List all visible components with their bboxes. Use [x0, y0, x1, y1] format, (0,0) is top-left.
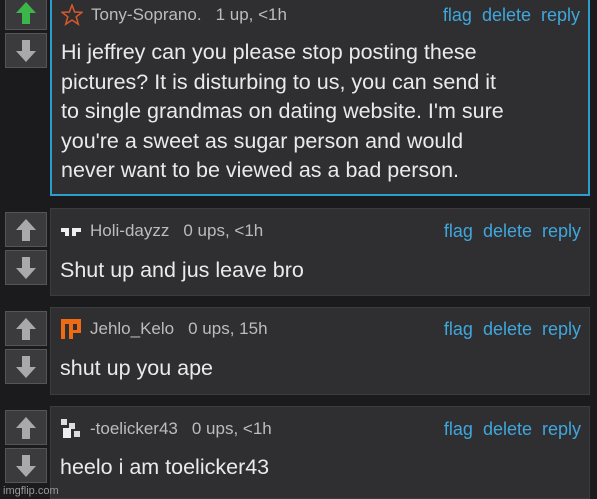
comment-3: Jehlo_Kelo 0 ups, 15h flag delete reply …	[0, 307, 597, 397]
arrow-up-icon	[16, 1, 36, 24]
arrow-up-icon	[16, 416, 36, 439]
comment-text: heelo i am toelicker43	[60, 455, 270, 479]
avatar	[60, 220, 82, 242]
avatar	[60, 418, 82, 440]
reply-link[interactable]: reply	[542, 419, 581, 440]
reply-link[interactable]: reply	[541, 5, 580, 26]
username[interactable]: -toelicker43	[90, 419, 178, 439]
arrow-down-icon	[16, 355, 36, 378]
watermark: imgflip.com	[3, 485, 59, 497]
text-line: you're a sweet as sugar person and would	[61, 128, 464, 153]
vote-column	[5, 410, 47, 483]
flag-link[interactable]: flag	[444, 221, 473, 242]
points-timestamp: 0 ups, <1h	[191, 419, 272, 438]
comment-text: shut up you ape	[60, 356, 214, 380]
comment-box: -toelicker43 0 ups, <1h flag delete repl…	[50, 406, 590, 499]
reply-link[interactable]: reply	[542, 221, 581, 242]
text-line: never want to be viewed as a bad person.	[61, 158, 460, 182]
upvote-button[interactable]	[5, 212, 47, 247]
flag-link[interactable]: flag	[443, 5, 472, 26]
arrow-up-icon	[16, 218, 36, 241]
text-line: to single grandmas on dating website. I'…	[61, 99, 504, 123]
upvote-button[interactable]	[5, 311, 47, 346]
comment-text: Hi jeffrey can you please stop posting t…	[61, 38, 578, 186]
comment-4: -toelicker43 0 ups, <1h flag delete repl…	[0, 406, 597, 499]
comment-box: Jehlo_Kelo 0 ups, 15h flag delete reply …	[50, 307, 590, 395]
comment-actions: flag delete reply	[444, 414, 581, 444]
delete-link[interactable]: delete	[482, 5, 531, 26]
comment-actions: flag delete reply	[444, 314, 581, 344]
vote-column	[5, 0, 47, 68]
downvote-button[interactable]	[5, 33, 47, 68]
downvote-button[interactable]	[5, 349, 47, 384]
upvote-button[interactable]	[5, 410, 47, 445]
delete-link[interactable]: delete	[483, 319, 532, 340]
username[interactable]: Holi-dayzz	[90, 221, 169, 241]
comment-box: Holi-dayzz 0 ups, <1h flag delete reply …	[50, 208, 590, 296]
reply-link[interactable]: reply	[542, 319, 581, 340]
delete-link[interactable]: delete	[483, 419, 532, 440]
downvote-button[interactable]	[5, 250, 47, 285]
comment-box: Tony-Soprano. 1 up, <1h flag delete repl…	[50, 0, 590, 196]
comment-actions: flag delete reply	[444, 216, 581, 246]
comment-actions: flag delete reply	[443, 0, 580, 30]
comment-2: Holi-dayzz 0 ups, <1h flag delete reply …	[0, 208, 597, 298]
vote-column	[5, 311, 47, 384]
downvote-button[interactable]	[5, 448, 47, 483]
comment-text: Shut up and jus leave bro	[60, 258, 304, 282]
arrow-down-icon	[16, 39, 36, 62]
text-line: pictures? It is disturbing to us, you ca…	[61, 69, 497, 94]
username[interactable]: Tony-Soprano.	[91, 5, 202, 25]
points-timestamp: 0 ups, <1h	[183, 221, 264, 240]
avatar	[60, 318, 82, 340]
arrow-down-icon	[16, 454, 36, 477]
vote-column	[5, 212, 47, 285]
upvote-button[interactable]	[5, 0, 47, 30]
star-icon	[61, 4, 83, 26]
comment-1: Tony-Soprano. 1 up, <1h flag delete repl…	[0, 0, 597, 200]
flag-link[interactable]: flag	[444, 419, 473, 440]
delete-link[interactable]: delete	[483, 221, 532, 242]
arrow-up-icon	[16, 317, 36, 340]
points-timestamp: 0 ups, 15h	[188, 319, 268, 338]
arrow-down-icon	[16, 256, 36, 279]
text-line: Hi jeffrey can you please stop posting t…	[61, 40, 477, 64]
flag-link[interactable]: flag	[444, 319, 473, 340]
username[interactable]: Jehlo_Kelo	[90, 319, 174, 339]
points-timestamp: 1 up, <1h	[215, 5, 287, 24]
